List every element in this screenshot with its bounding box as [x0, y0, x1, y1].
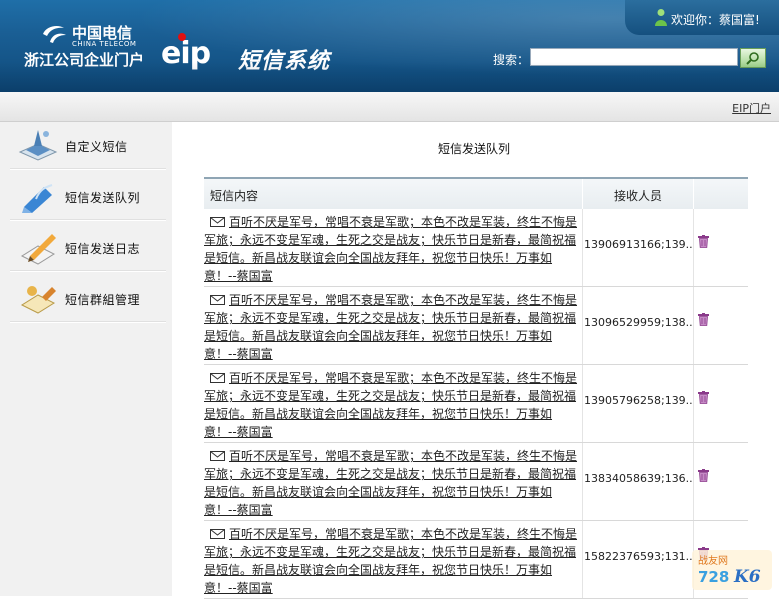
eip-logo: eip [161, 36, 211, 71]
message-line[interactable]: 意！--蔡国富 [204, 503, 273, 517]
message-content[interactable]: 百听不厌是军号，常唱不衰是军歌；本色不改是军装，终生不悔是军旅；永远不变是军魂，… [204, 369, 580, 441]
message-line[interactable]: 是短信。新昌战友联谊会向全国战友拜年，祝您节日快乐！万事如 [204, 563, 552, 577]
message-line[interactable]: 军旅；永远不变是军魂，生死之交是战友；快乐节日是新春，最简祝福 [204, 389, 576, 403]
message-line[interactable]: 军旅；永远不变是军魂，生死之交是战友；快乐节日是新春，最简祝福 [204, 233, 576, 247]
message-line[interactable]: 是短信。新昌战友联谊会向全国战友拜年，祝您节日快乐！万事如 [204, 329, 552, 343]
message-line[interactable]: 百听不厌是军号，常唱不衰是军歌；本色不改是军装，终生不悔是 [229, 527, 577, 541]
search-input[interactable] [530, 48, 738, 66]
column-header-recipients: 接收人员 [614, 189, 663, 203]
cell-divider [693, 365, 694, 442]
table-header: 短信内容 接收人员 [204, 177, 748, 209]
table-row: 百听不厌是军号，常唱不衰是军歌；本色不改是军装，终生不悔是军旅；永远不变是军魂，… [204, 443, 748, 521]
sidebar-item-sms-log[interactable]: 短信发送日志 [10, 224, 166, 271]
search-label: 搜索： [493, 53, 530, 67]
sms-queue-table: 短信内容 接收人员 百听不厌是军号，常唱不衰是军歌；本色不改是军装，终生不悔是军… [204, 177, 748, 599]
trash-icon[interactable] [698, 235, 709, 248]
sidebar-item-custom-sms[interactable]: 自定义短信 [10, 122, 166, 169]
table-row: 百听不厌是军号，常唱不衰是军歌；本色不改是军装，终生不悔是军旅；永远不变是军魂，… [204, 365, 748, 443]
recipients-cell: 13834058639;136... [584, 472, 692, 485]
trash-icon[interactable] [698, 391, 709, 404]
message-line[interactable]: 是短信。新昌战友联谊会向全国战友拜年，祝您节日快乐！万事如 [204, 251, 552, 265]
message-content[interactable]: 百听不厌是军号，常唱不衰是军歌；本色不改是军装，终生不悔是军旅；永远不变是军魂，… [204, 291, 580, 363]
search-icon [746, 52, 759, 65]
eip-logo-dot [178, 33, 186, 41]
recipients-cell: 15822376593;131... [584, 550, 692, 563]
message-line[interactable]: 军旅；永远不变是军魂，生死之交是战友；快乐节日是新春，最简祝福 [204, 311, 576, 325]
sidebar-label-sms-log: 短信发送日志 [65, 242, 141, 256]
table-row: 百听不厌是军号，常唱不衰是军歌；本色不改是军装，终生不悔是军旅；永远不变是军魂，… [204, 209, 748, 287]
message-content[interactable]: 百听不厌是军号，常唱不衰是军歌；本色不改是军装，终生不悔是军旅；永远不变是军魂，… [204, 447, 580, 519]
welcome-text: 欢迎你：蔡国富! [671, 13, 760, 27]
search-button[interactable] [740, 48, 766, 68]
table-row: 百听不厌是军号，常唱不衰是军歌；本色不改是军装，终生不悔是军旅；永远不变是军魂，… [204, 521, 748, 599]
message-line[interactable]: 意！--蔡国富 [204, 581, 273, 595]
header-divider [582, 179, 583, 209]
message-line[interactable]: 意！--蔡国富 [204, 425, 273, 439]
message-line[interactable]: 百听不厌是军号，常唱不衰是军歌；本色不改是军装，终生不悔是 [229, 215, 577, 229]
user-icon [655, 9, 667, 26]
logo-english-text: CHINA TELECOM [72, 40, 137, 48]
watermark-top-text: 战友网 [698, 554, 728, 567]
trash-icon[interactable] [698, 469, 709, 482]
page-title: 短信发送队列 [438, 142, 511, 156]
message-line[interactable]: 军旅；永远不变是军魂，生死之交是战友；快乐节日是新春，最简祝福 [204, 467, 576, 481]
custom-sms-icon [18, 130, 58, 161]
watermark-logo: 战友网 728 K6 [692, 550, 772, 590]
message-line[interactable]: 意！--蔡国富 [204, 347, 273, 361]
company-name: 浙江公司企业门户 [24, 51, 145, 69]
mail-icon [210, 451, 225, 461]
app-header: 中国电信 CHINA TELECOM 浙江公司企业门户 eip 短信系统 欢迎你… [0, 0, 779, 92]
column-header-content: 短信内容 [210, 189, 259, 203]
cell-divider [582, 365, 583, 442]
cell-divider [693, 443, 694, 520]
message-line[interactable]: 意！--蔡国富 [204, 269, 273, 283]
sidebar-label-sms-queue: 短信发送队列 [65, 191, 141, 205]
trash-icon[interactable] [698, 313, 709, 326]
sms-group-icon [20, 286, 56, 314]
message-line[interactable]: 百听不厌是军号，常唱不衰是军歌；本色不改是军装，终生不悔是 [229, 371, 577, 385]
mail-icon [210, 295, 225, 305]
china-telecom-logo-icon [43, 26, 66, 43]
watermark-brand-text: K6 [733, 567, 761, 587]
cell-divider [582, 443, 583, 520]
sidebar-item-sms-group[interactable]: 短信群組管理 [10, 275, 166, 322]
watermark-number-text: 728 [698, 568, 729, 586]
recipients-cell: 13906913166;139... [584, 238, 692, 251]
mail-icon [210, 217, 225, 227]
message-line[interactable]: 百听不厌是军号，常唱不衰是军歌；本色不改是军装，终生不悔是 [229, 293, 577, 307]
message-line[interactable]: 是短信。新昌战友联谊会向全国战友拜年，祝您节日快乐！万事如 [204, 485, 552, 499]
mail-icon [210, 373, 225, 383]
cell-divider [693, 287, 694, 364]
mail-icon [210, 529, 225, 539]
message-content[interactable]: 百听不厌是军号，常唱不衰是军歌；本色不改是军装，终生不悔是军旅；永远不变是军魂，… [204, 525, 580, 597]
sms-log-icon [20, 234, 56, 265]
recipients-cell: 13096529959;138... [584, 316, 692, 329]
sidebar-label-custom-sms: 自定义短信 [65, 140, 128, 154]
sidebar-label-sms-group: 短信群組管理 [65, 293, 141, 307]
message-line[interactable]: 百听不厌是军号，常唱不衰是军歌；本色不改是军装，终生不悔是 [229, 449, 577, 463]
recipients-cell: 13905796258;139... [584, 394, 692, 407]
cell-divider [582, 209, 583, 286]
cell-divider [582, 521, 583, 598]
cell-divider [582, 287, 583, 364]
message-content[interactable]: 百听不厌是军号，常唱不衰是军歌；本色不改是军装，终生不悔是军旅；永远不变是军魂，… [204, 213, 580, 285]
eip-portal-link[interactable]: EIP门户 [732, 100, 771, 116]
cell-divider [693, 209, 694, 286]
system-title: 短信系统 [238, 49, 331, 74]
table-row: 百听不厌是军号，常唱不衰是军歌；本色不改是军装，终生不悔是军旅；永远不变是军魂，… [204, 287, 748, 365]
sidebar-item-sms-queue[interactable]: 短信发送队列 [10, 173, 166, 220]
sidebar: 自定义短信 短信发送队列 短信发送日志 短信群組管理 [0, 122, 172, 596]
message-line[interactable]: 是短信。新昌战友联谊会向全国战友拜年，祝您节日快乐！万事如 [204, 407, 552, 421]
sms-queue-icon [22, 184, 53, 213]
message-line[interactable]: 军旅；永远不变是军魂，生死之交是战友；快乐节日是新春，最简祝福 [204, 545, 576, 559]
header-divider [693, 179, 694, 209]
top-toolbar: EIP门户 [0, 92, 779, 122]
table-body: 百听不厌是军号，常唱不衰是军歌；本色不改是军装，终生不悔是军旅；永远不变是军魂，… [204, 209, 748, 599]
